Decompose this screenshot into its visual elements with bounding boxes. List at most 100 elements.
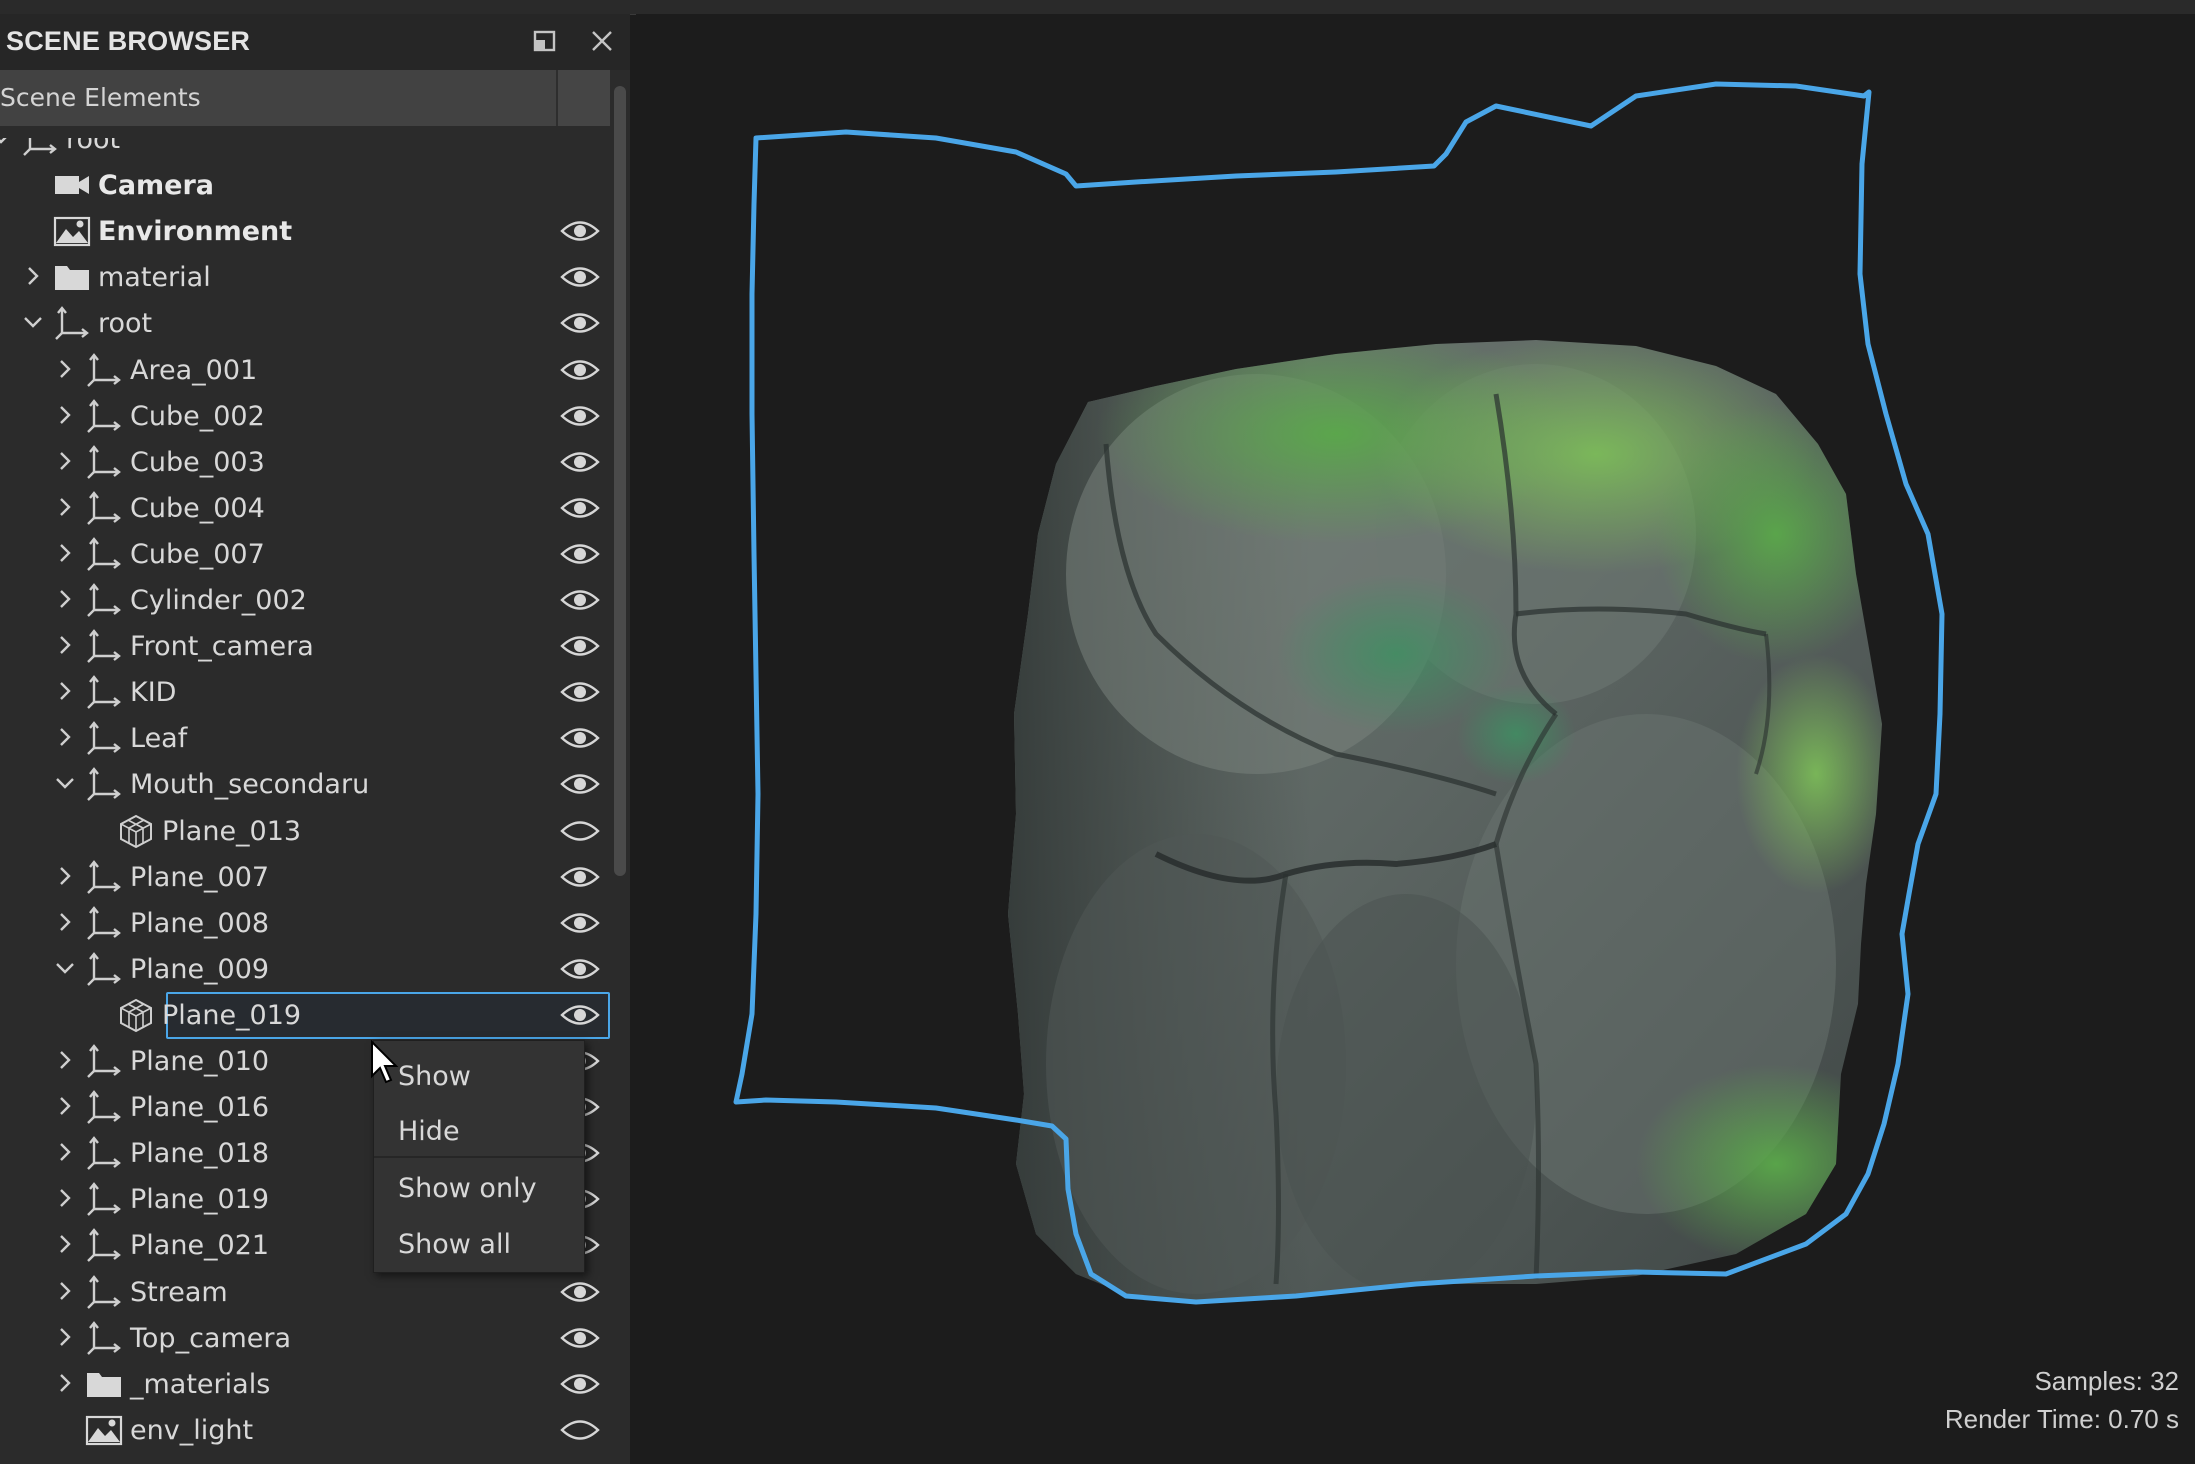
eye-icon[interactable] [560,403,600,429]
chevron-right-icon[interactable] [50,1137,80,1167]
tree-row[interactable]: Cube_004 [0,485,610,531]
tree-row[interactable]: Camera [0,162,610,208]
tree-row[interactable]: Plane_013 [0,808,610,854]
chevron-right-icon[interactable] [18,261,48,291]
column-header-label: Scene Elements [0,83,201,112]
chevron-right-icon[interactable] [50,722,80,752]
axis-icon [84,1320,124,1356]
menu-item-show-all[interactable]: Show all [398,1229,511,1260]
menu-item-show[interactable]: Show [398,1061,471,1092]
eye-icon[interactable] [560,633,600,659]
eye-icon[interactable] [560,1002,600,1028]
tree-row[interactable]: KID [0,669,610,715]
tree-row[interactable]: Plane_009 [0,946,610,992]
chevron-right-icon[interactable] [50,1183,80,1213]
column-header[interactable]: Scene Elements [0,70,612,126]
eye-hidden-icon[interactable] [560,1417,600,1443]
column-header-visibility[interactable] [556,70,612,126]
tree-row[interactable]: Cube_003 [0,439,610,485]
undock-icon[interactable] [528,24,562,58]
panel-title: SCENE BROWSER [6,26,251,56]
close-icon[interactable] [585,24,619,58]
tree-row[interactable]: Leaf [0,715,610,761]
eye-icon[interactable] [560,495,600,521]
chevron-down-icon[interactable] [50,953,80,983]
tree-row[interactable]: root [0,138,610,162]
tree-row-label: Environment [98,216,293,247]
menu-item-hide[interactable]: Hide [398,1116,460,1147]
tree-row[interactable]: root [0,300,610,346]
chevron-down-icon[interactable] [50,768,80,798]
eye-icon[interactable] [560,679,600,705]
tree-row[interactable]: Plane_019 [0,992,610,1039]
tree-row[interactable]: Front_camera [0,623,610,669]
eye-icon[interactable] [560,449,600,475]
eye-icon[interactable] [560,771,600,797]
eye-icon[interactable] [560,541,600,567]
eye-icon[interactable] [560,910,600,936]
chevron-right-icon[interactable] [50,400,80,430]
panel-header: SCENE BROWSER [0,14,630,70]
tree-row[interactable]: Plane_008 [0,900,610,946]
tree-row[interactable]: Stream [0,1269,610,1315]
tree-row[interactable]: Plane_007 [0,854,610,900]
tree-row[interactable]: Cylinder_002 [0,577,610,623]
tree-row-label: Plane_013 [162,816,302,847]
eye-icon[interactable] [560,1279,600,1305]
tree-row[interactable]: env_light [0,1407,610,1453]
chevron-right-icon[interactable] [50,676,80,706]
chevron-down-icon[interactable] [0,138,16,153]
window-top-strip [0,0,2195,15]
tree-row[interactable]: Environment [0,208,610,254]
eye-icon[interactable] [560,357,600,383]
eye-icon[interactable] [560,1371,600,1397]
eye-icon[interactable] [560,864,600,890]
tree-row-label: Leaf [130,723,188,754]
chevron-right-icon[interactable] [50,907,80,937]
tree-row-label: Plane_010 [130,1046,270,1077]
chevron-right-icon[interactable] [50,1091,80,1121]
eye-icon[interactable] [560,1325,600,1351]
mouse-cursor-icon [370,1039,402,1088]
tree-row[interactable]: Cube_002 [0,393,610,439]
tree-row-label: Stream [130,1277,228,1308]
chevron-right-icon[interactable] [50,584,80,614]
eye-hidden-icon[interactable] [560,818,600,844]
tree-row[interactable]: Top_camera [0,1315,610,1361]
chevron-right-icon[interactable] [50,1276,80,1306]
axis-icon [84,490,124,526]
chevron-right-icon[interactable] [50,446,80,476]
chevron-right-icon[interactable] [50,538,80,568]
eye-icon[interactable] [560,956,600,982]
chevron-down-icon[interactable] [18,307,48,337]
chevron-right-icon[interactable] [50,1045,80,1075]
tree-row[interactable]: Cube_007 [0,531,610,577]
scrollbar-thumb[interactable] [614,86,626,876]
tree-row[interactable]: material [0,254,610,300]
tree-row-label: root [66,138,121,155]
menu-item-show-only[interactable]: Show only [398,1173,537,1204]
tree-row-label: Plane_018 [130,1138,270,1169]
chevron-right-icon[interactable] [50,1368,80,1398]
chevron-right-icon[interactable] [50,861,80,891]
axis-icon [84,444,124,480]
chevron-right-icon[interactable] [50,1229,80,1259]
eye-icon[interactable] [560,264,600,290]
chevron-right-icon[interactable] [50,492,80,522]
chevron-right-icon[interactable] [50,1322,80,1352]
tree-row-label: Plane_007 [130,862,270,893]
tree-row[interactable]: _materials [0,1361,610,1407]
chevron-right-icon[interactable] [50,630,80,660]
eye-icon[interactable] [560,310,600,336]
eye-icon[interactable] [560,218,600,244]
eye-icon[interactable] [560,587,600,613]
tree-row[interactable]: Area_001 [0,347,610,393]
tree-row-label: Plane_016 [130,1092,270,1123]
chevron-right-icon[interactable] [50,354,80,384]
render-viewport[interactable]: Samples: 32 Render Time: 0.70 s [636,14,2195,1464]
eye-icon[interactable] [560,725,600,751]
tree-row[interactable]: Mouth_secondaru [0,761,610,807]
tree-scrollbar[interactable] [610,70,630,1464]
axis-icon [84,1043,124,1079]
tree-row-label: Front_camera [130,631,314,662]
